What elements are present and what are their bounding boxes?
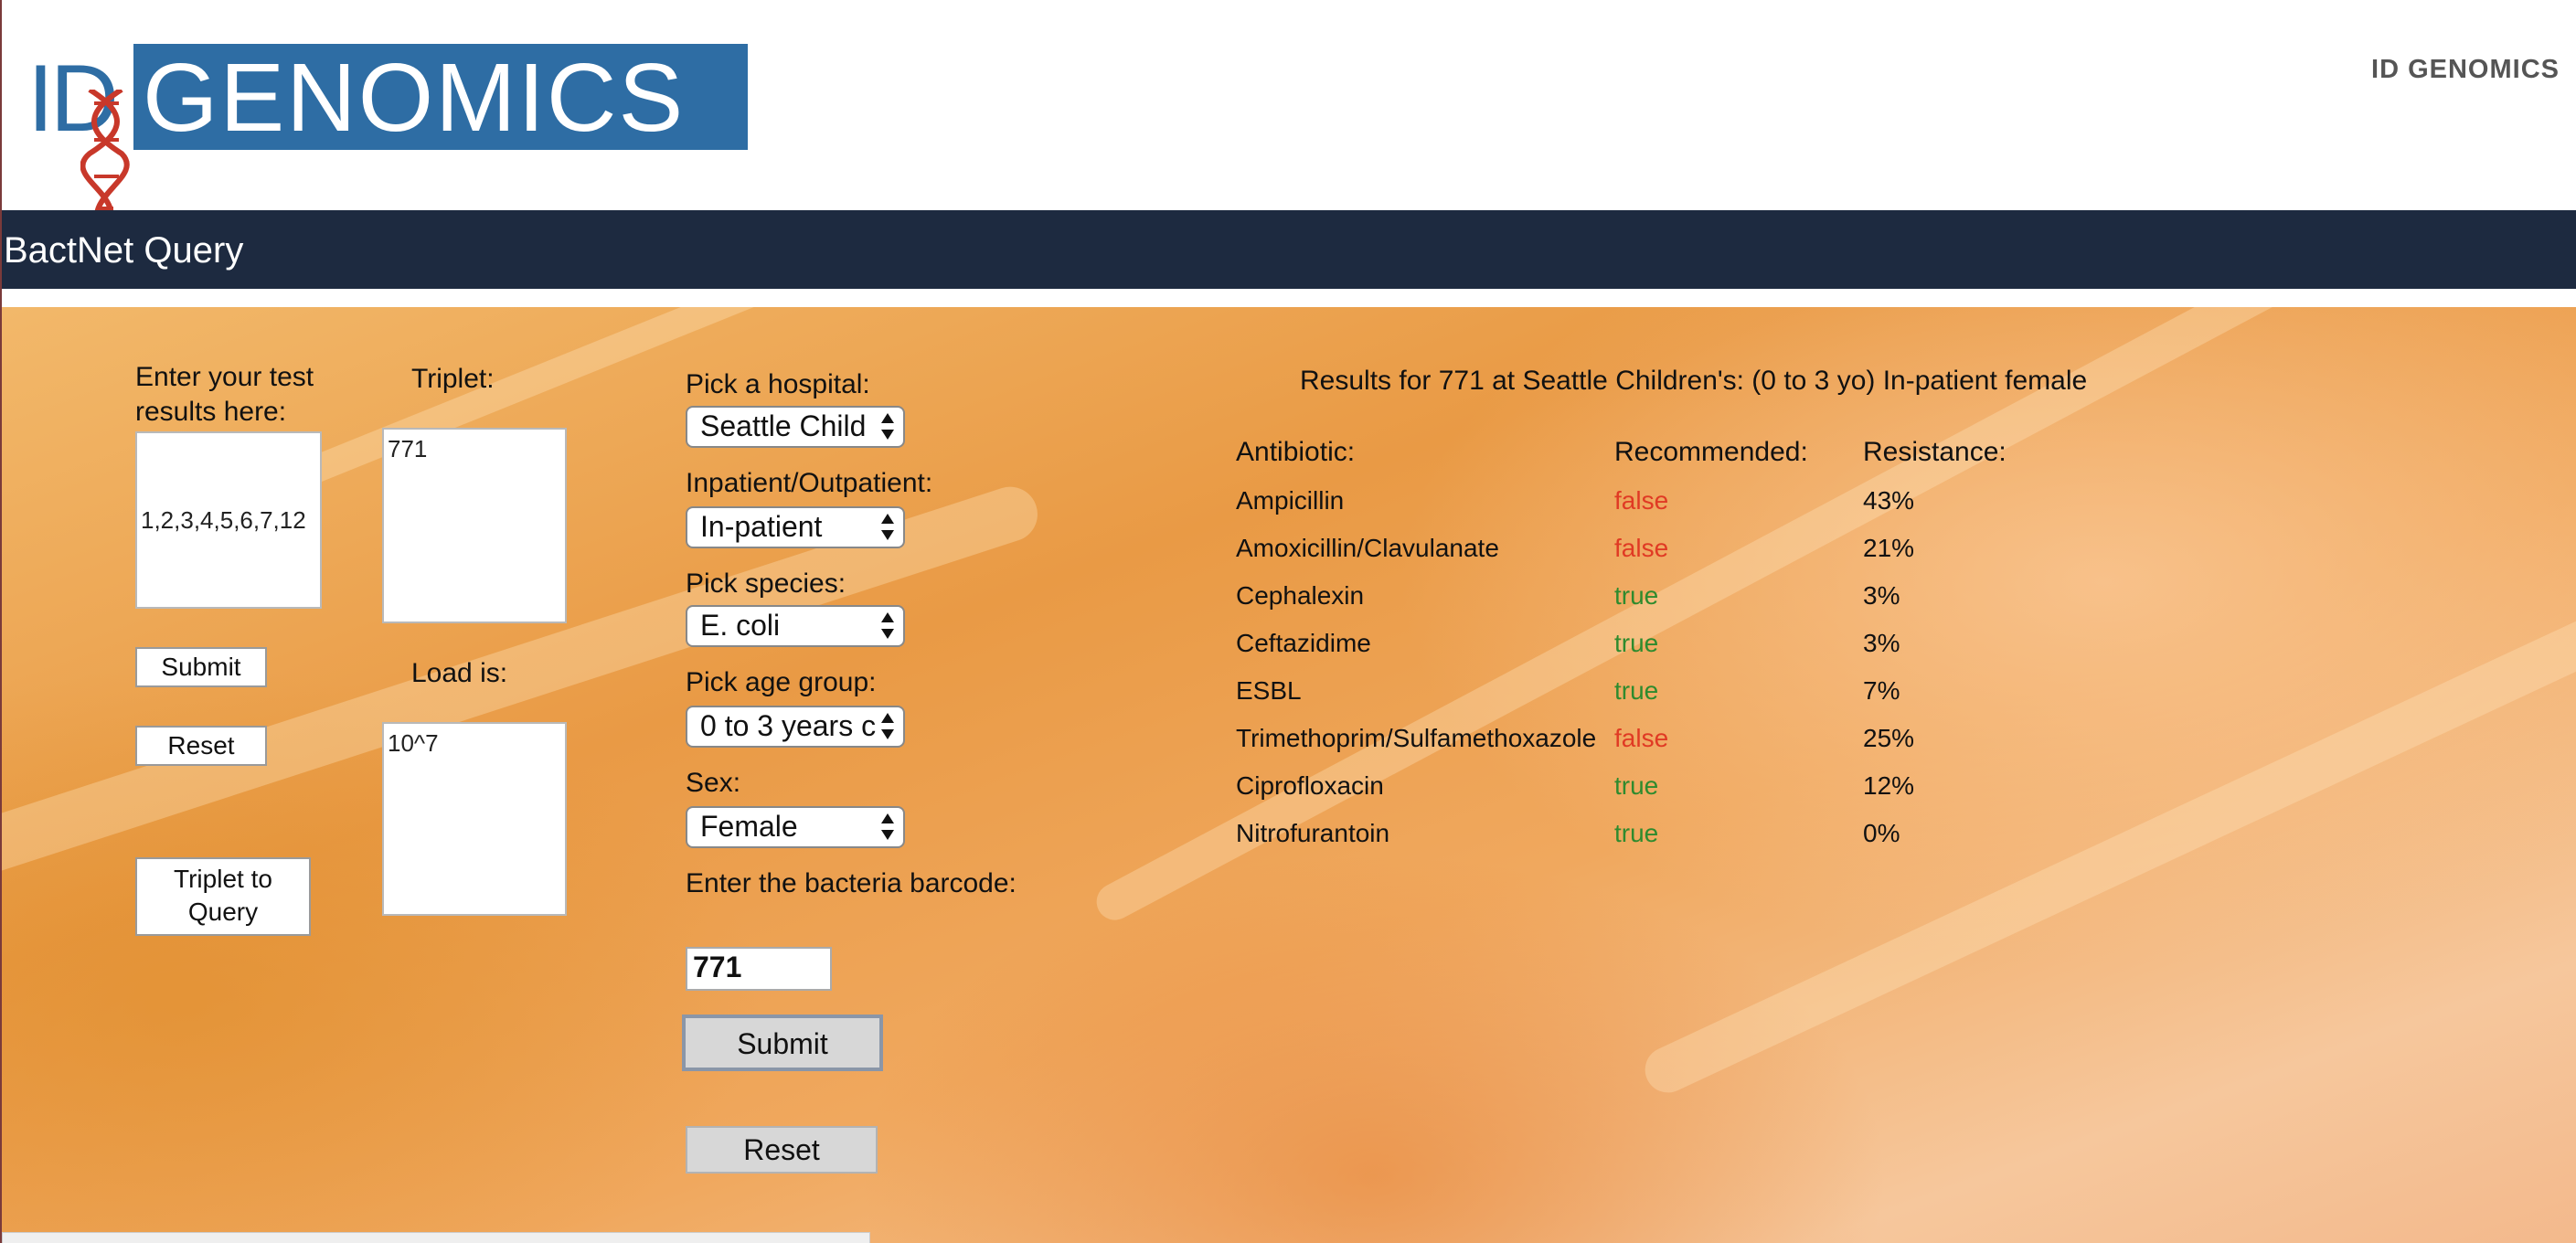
recommended-cell: false [1614,486,1669,515]
hospital-select[interactable]: Seattle Child [686,406,905,448]
col-header-antibiotic: Antibiotic: [1236,437,1356,467]
query-submit-button[interactable]: Submit [682,1015,883,1071]
col-header-recommended: Recommended: [1614,437,1808,467]
recommended-cell: false [1614,534,1669,562]
results-title: Results for 771 at Seattle Children's: (… [1300,366,2088,396]
inout-select-value: In-patient [700,510,823,543]
hospital-select-value: Seattle Child [700,409,867,442]
test-results-label: Enter your test results here: [135,362,314,427]
test-results-value: 1,2,3,4,5,6,7,12 [141,505,306,534]
antibiotic-cell: Trimethoprim/Sulfamethoxazole [1236,724,1597,752]
recommended-cell: false [1614,724,1669,752]
resistance-cell: 7% [1863,676,1900,705]
resistance-cell: 0% [1863,819,1900,847]
triplet-textarea[interactable]: 771 [382,428,567,623]
resistance-cell: 21% [1863,534,1915,562]
test-results-textarea[interactable]: 1,2,3,4,5,6,7,12 [135,431,322,609]
logo-word-box: GENOMICS [133,44,748,150]
barcode-input[interactable]: 771 [686,947,832,991]
age-select[interactable]: 0 to 3 years c [686,706,905,748]
recommended-cell: true [1614,581,1659,610]
select-arrows-icon [878,512,898,545]
page-title: BactNet Query [4,230,244,271]
brand-name: ID GENOMICS [2371,55,2560,84]
age-select-value: 0 to 3 years c [700,709,877,742]
sex-select-value: Female [700,810,798,843]
status-bar [2,1232,870,1243]
resistance-cell: 43% [1863,486,1915,515]
hospital-label: Pick a hospital: [686,369,870,399]
logo-word-text: GENOMICS [143,44,686,152]
resistance-cell: 12% [1863,771,1915,800]
species-select[interactable]: E. coli [686,605,905,647]
select-arrows-icon [878,611,898,643]
sex-label: Sex: [686,768,741,798]
triplet-label: Triplet: [411,364,495,394]
species-label: Pick species: [686,568,846,599]
resistance-cell: 3% [1863,629,1900,657]
recommended-cell: true [1614,771,1659,800]
species-select-value: E. coli [700,609,781,642]
antibiotic-cell: Ciprofloxacin [1236,771,1384,800]
sex-select[interactable]: Female [686,806,905,848]
antibiotic-cell: Nitrofurantoin [1236,819,1390,847]
inout-label: Inpatient/Outpatient: [686,468,933,498]
background-streak [1637,595,2576,1100]
load-textarea[interactable]: 10^7 [382,722,567,916]
col-header-resistance: Resistance: [1863,437,2007,467]
dna-helix-icon [80,90,130,227]
antibiotic-cell: Ampicillin [1236,486,1345,515]
main-panel: Enter your test results here: 1,2,3,4,5,… [2,307,2576,1243]
antibiotic-cell: Ceftazidime [1236,629,1371,657]
barcode-label: Enter the bacteria barcode: [686,868,1017,898]
antibiotic-cell: ESBL [1236,676,1302,705]
left-submit-button[interactable]: Submit [135,647,267,687]
select-arrows-icon [878,812,898,845]
select-arrows-icon [878,711,898,744]
recommended-cell: true [1614,629,1659,657]
left-reset-button[interactable]: Reset [135,726,267,766]
title-bar: BactNet Query [2,210,2576,289]
load-label: Load is: [411,658,508,688]
select-arrows-icon [878,411,898,444]
age-label: Pick age group: [686,667,877,697]
recommended-cell: true [1614,676,1659,705]
recommended-cell: true [1614,819,1659,847]
triplet-to-query-button[interactable]: Triplet to Query [135,857,311,936]
logo: ID GENOMICS [27,44,750,227]
inout-select[interactable]: In-patient [686,506,905,548]
query-reset-button[interactable]: Reset [686,1126,878,1174]
antibiotic-cell: Cephalexin [1236,581,1365,610]
resistance-cell: 3% [1863,581,1900,610]
antibiotic-cell: Amoxicillin/Clavulanate [1236,534,1499,562]
resistance-cell: 25% [1863,724,1915,752]
